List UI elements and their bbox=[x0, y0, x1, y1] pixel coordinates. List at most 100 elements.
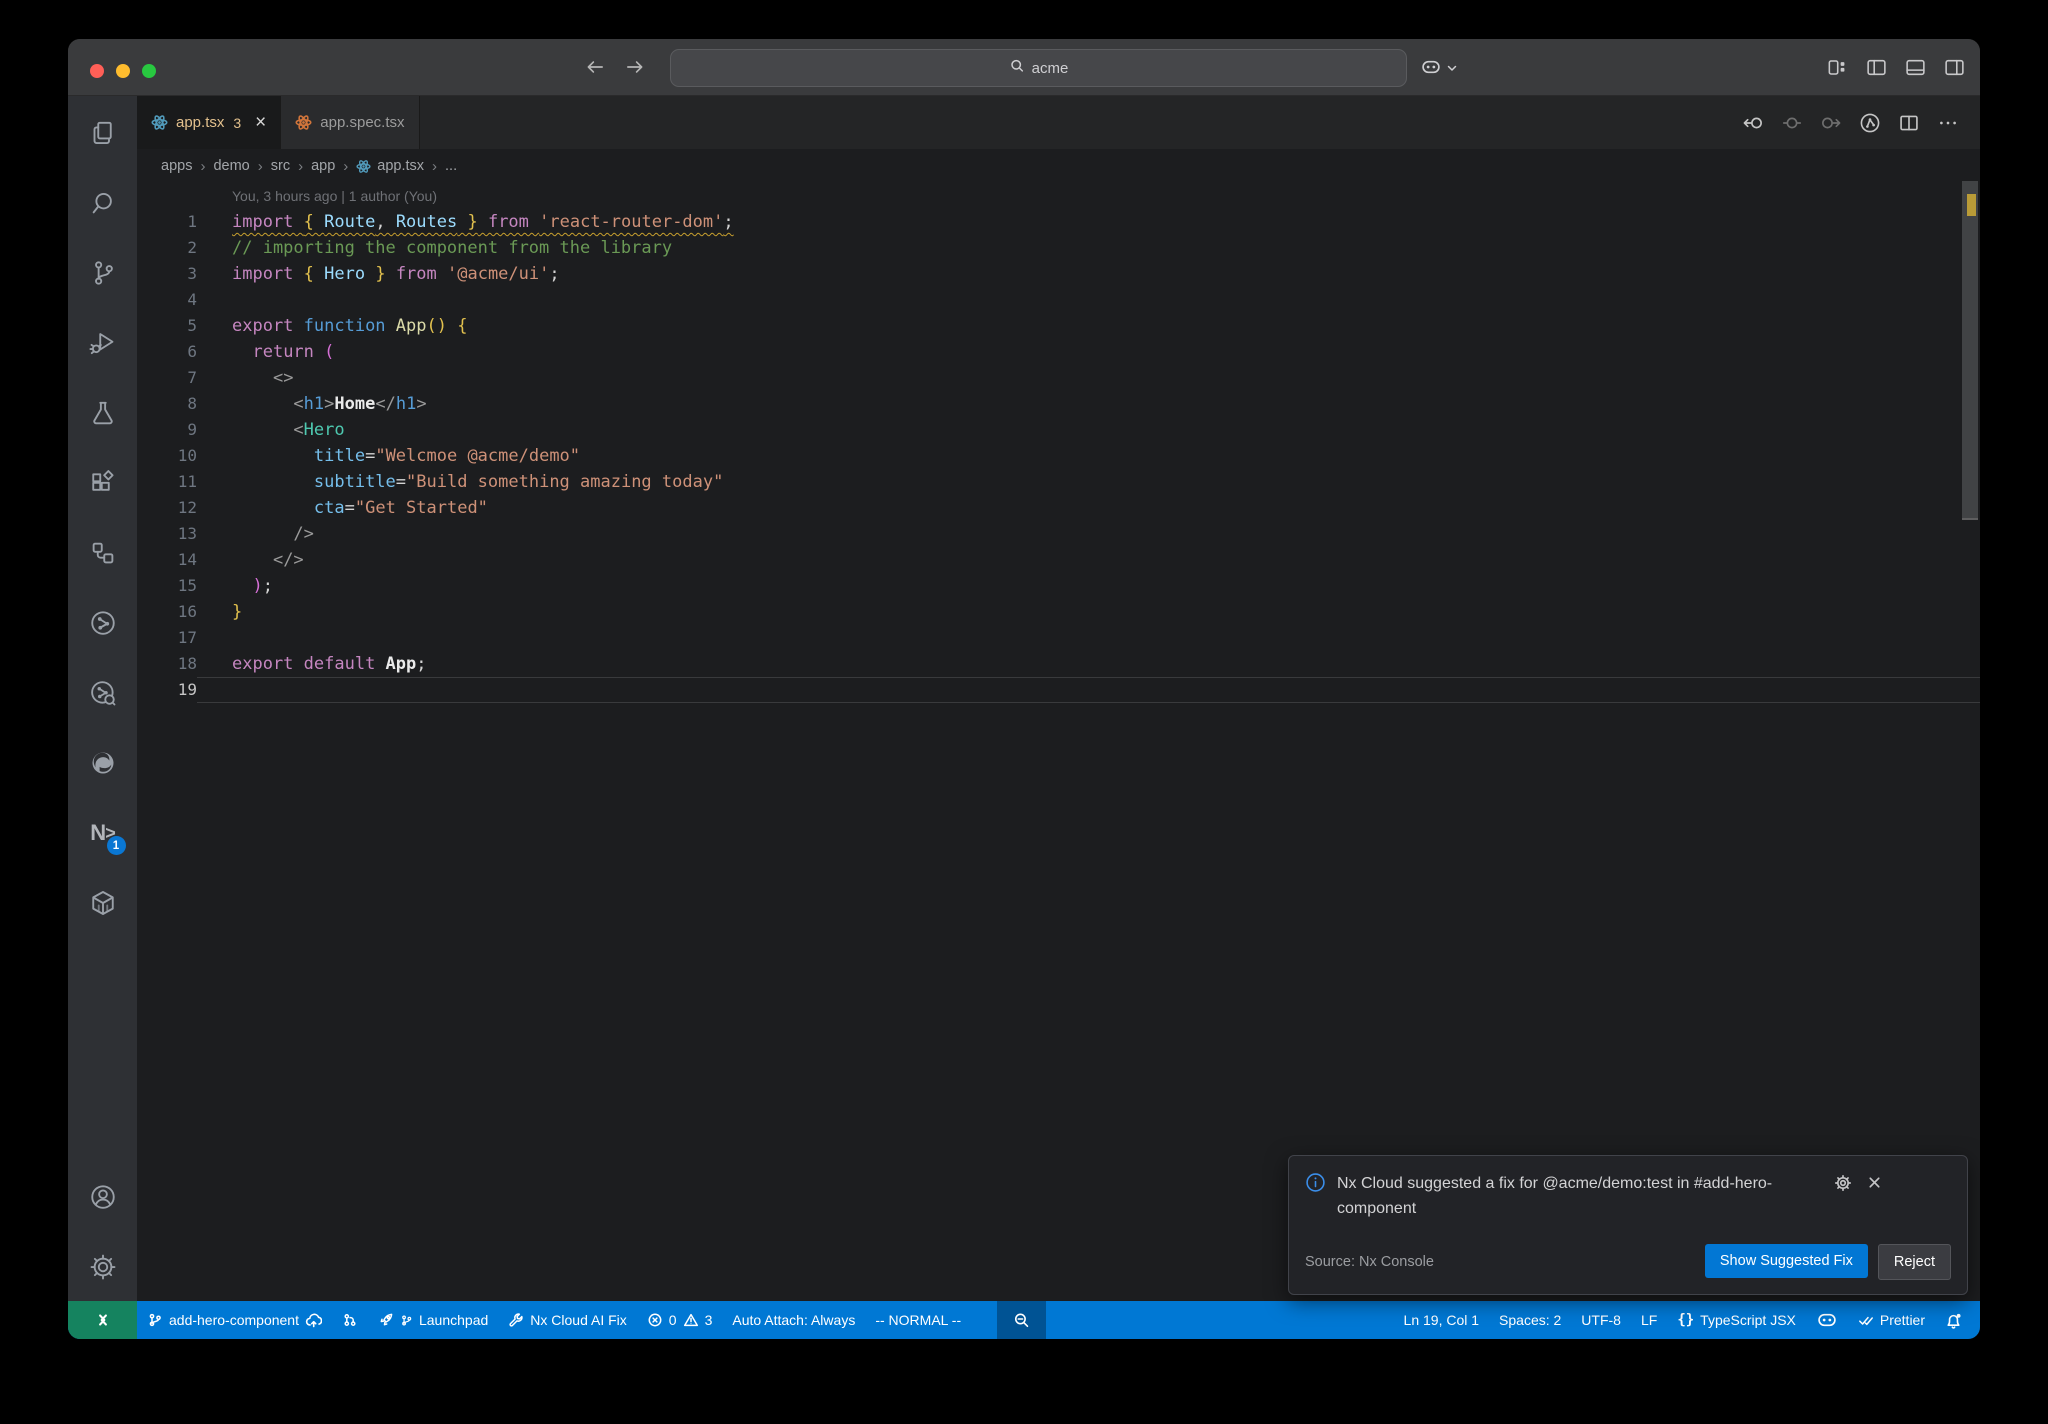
scrollbar-thumb[interactable] bbox=[1962, 181, 1978, 518]
line-number[interactable]: 6 bbox=[137, 339, 197, 365]
line-number[interactable]: 3 bbox=[137, 261, 197, 287]
code-line-content[interactable]: subtitle="Build something amazing today" bbox=[197, 469, 1980, 495]
line-number[interactable]: 7 bbox=[137, 365, 197, 391]
line-number[interactable]: 4 bbox=[137, 287, 197, 313]
tab-app-tsx[interactable]: app.tsx 3 × bbox=[137, 96, 282, 149]
show-suggested-fix-button[interactable]: Show Suggested Fix bbox=[1704, 1244, 1868, 1278]
problems-item[interactable]: 03 bbox=[637, 1301, 723, 1339]
line-number[interactable]: 1 bbox=[137, 209, 197, 235]
line-number[interactable]: 9 bbox=[137, 417, 197, 443]
code-line-content[interactable] bbox=[197, 287, 1980, 313]
activity-search[interactable] bbox=[88, 188, 118, 218]
notification-close-icon[interactable] bbox=[1866, 1174, 1883, 1197]
language-mode[interactable]: {} TypeScript JSX bbox=[1667, 1301, 1806, 1339]
line-number[interactable]: 16 bbox=[137, 599, 197, 625]
formatter-prettier[interactable]: Prettier bbox=[1848, 1301, 1935, 1339]
toggle-panel-icon[interactable] bbox=[1903, 56, 1927, 78]
line-number[interactable]: 5 bbox=[137, 313, 197, 339]
launchpad-item[interactable]: Launchpad bbox=[368, 1301, 498, 1339]
line-number[interactable]: 18 bbox=[137, 651, 197, 677]
code-line-content[interactable]: export function App() { bbox=[197, 313, 1980, 339]
indentation[interactable]: Spaces: 2 bbox=[1489, 1301, 1571, 1339]
activity-extensions[interactable] bbox=[88, 468, 118, 498]
line-number[interactable]: 13 bbox=[137, 521, 197, 547]
activity-references[interactable] bbox=[88, 538, 118, 568]
go-forward-icon[interactable] bbox=[1819, 111, 1843, 135]
line-number[interactable]: 11 bbox=[137, 469, 197, 495]
copilot-menu[interactable] bbox=[1420, 56, 1458, 83]
traffic-light-zoom[interactable] bbox=[142, 64, 156, 78]
remote-indicator[interactable] bbox=[68, 1301, 137, 1339]
code-line-content[interactable]: </> bbox=[197, 547, 1980, 573]
line-number[interactable]: 8 bbox=[137, 391, 197, 417]
eol-sequence[interactable]: LF bbox=[1631, 1301, 1667, 1339]
code-line-content[interactable]: <> bbox=[197, 365, 1980, 391]
code-line-content[interactable]: <Hero bbox=[197, 417, 1980, 443]
source-control-graph-item[interactable] bbox=[332, 1301, 368, 1339]
command-center-search[interactable]: acme bbox=[670, 49, 1407, 87]
nx-cloud-ai-fix-item[interactable]: Nx Cloud AI Fix bbox=[498, 1301, 636, 1339]
notification-settings-gear-icon[interactable] bbox=[1834, 1174, 1852, 1197]
tab-app-spec-tsx[interactable]: app.spec.tsx bbox=[281, 96, 420, 149]
breadcrumb-file[interactable]: app.tsx bbox=[356, 158, 424, 174]
activity-edge-browser[interactable] bbox=[88, 748, 118, 778]
customize-layout-icon[interactable] bbox=[1825, 56, 1849, 78]
activity-containers[interactable] bbox=[88, 888, 118, 918]
activity-run-and-debug[interactable] bbox=[88, 328, 118, 358]
split-editor-icon[interactable] bbox=[1897, 111, 1921, 135]
line-number[interactable]: 2 bbox=[137, 235, 197, 261]
activity-nx-project-details[interactable] bbox=[88, 678, 118, 708]
traffic-light-minimize[interactable] bbox=[116, 64, 130, 78]
line-number[interactable]: 17 bbox=[137, 625, 197, 651]
code-line-content[interactable]: title="Welcmoe @acme/demo" bbox=[197, 443, 1980, 469]
code-line-content[interactable]: ); bbox=[197, 573, 1980, 599]
activity-testing[interactable] bbox=[88, 398, 118, 428]
code-line-content[interactable]: } bbox=[197, 599, 1980, 625]
code-line-content[interactable]: cta="Get Started" bbox=[197, 495, 1980, 521]
go-back-icon[interactable] bbox=[1741, 111, 1765, 135]
notifications-bell[interactable] bbox=[1935, 1301, 1972, 1339]
tab-close-icon[interactable]: × bbox=[255, 113, 266, 132]
code-line-content[interactable]: <h1>Home</h1> bbox=[197, 391, 1980, 417]
line-number[interactable]: 14 bbox=[137, 547, 197, 573]
screencast-zoom-item[interactable] bbox=[997, 1301, 1047, 1339]
activity-nx-project-graph[interactable] bbox=[88, 608, 118, 638]
code-line-content[interactable]: import { Route, Routes } from 'react-rou… bbox=[197, 209, 1980, 235]
nav-forward-button[interactable] bbox=[623, 56, 647, 78]
line-number[interactable]: 15 bbox=[137, 573, 197, 599]
line-number[interactable]: 12 bbox=[137, 495, 197, 521]
breadcrumb-item-src[interactable]: src bbox=[271, 158, 290, 174]
code-line-content[interactable]: return ( bbox=[197, 339, 1980, 365]
breadcrumb-item-demo[interactable]: demo bbox=[213, 158, 249, 174]
activity-source-control[interactable] bbox=[88, 258, 118, 288]
reject-button[interactable]: Reject bbox=[1877, 1244, 1951, 1280]
breadcrumb-item-app[interactable]: app bbox=[311, 158, 335, 174]
vim-mode-item[interactable]: -- NORMAL -- bbox=[865, 1301, 971, 1339]
auto-attach-item[interactable]: Auto Attach: Always bbox=[722, 1301, 865, 1339]
activity-explorer[interactable] bbox=[88, 118, 118, 148]
run-target-icon[interactable] bbox=[1858, 111, 1882, 135]
activity-accounts[interactable] bbox=[88, 1182, 118, 1212]
toggle-secondary-sidebar-icon[interactable] bbox=[1942, 56, 1966, 78]
code-line-content[interactable]: export default App; bbox=[197, 651, 1980, 677]
line-number[interactable]: 10 bbox=[137, 443, 197, 469]
code-line-content[interactable] bbox=[197, 677, 1980, 703]
code-line-content[interactable]: import { Hero } from '@acme/ui'; bbox=[197, 261, 1980, 287]
code-line-content[interactable] bbox=[197, 625, 1980, 651]
line-number[interactable]: 19 bbox=[137, 677, 197, 703]
activity-manage-settings[interactable] bbox=[88, 1252, 118, 1282]
go-to-change-icon[interactable] bbox=[1780, 111, 1804, 135]
nav-back-button[interactable] bbox=[583, 56, 607, 78]
code-line-content[interactable]: /> bbox=[197, 521, 1980, 547]
git-branch-item[interactable]: add-hero-component bbox=[137, 1301, 332, 1339]
traffic-light-close[interactable] bbox=[90, 64, 104, 78]
cursor-position[interactable]: Ln 19, Col 1 bbox=[1394, 1301, 1490, 1339]
breadcrumb-symbol-more[interactable]: ... bbox=[445, 158, 457, 174]
breadcrumb-item-apps[interactable]: apps bbox=[161, 158, 192, 174]
copilot-status[interactable] bbox=[1806, 1301, 1848, 1339]
activity-nx-console[interactable]: N> 1 bbox=[88, 818, 126, 855]
encoding[interactable]: UTF-8 bbox=[1571, 1301, 1631, 1339]
code-line-content[interactable]: // importing the component from the libr… bbox=[197, 235, 1980, 261]
more-actions-icon[interactable] bbox=[1936, 111, 1960, 135]
toggle-primary-sidebar-icon[interactable] bbox=[1864, 56, 1888, 78]
